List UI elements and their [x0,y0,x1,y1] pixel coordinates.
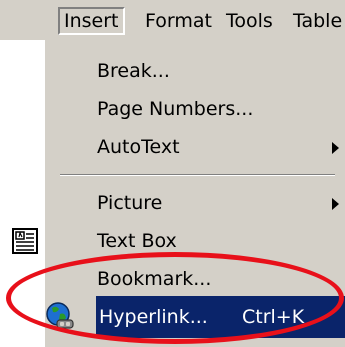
menu-item-picture[interactable]: Picture [44,184,345,222]
menu-item-picture-label: Picture [97,192,163,214]
menu-item-bookmark[interactable]: Bookmark... [44,260,345,298]
menu-item-bookmark-label: Bookmark... [97,268,212,290]
menu-table-label: Table [293,10,343,32]
menu-item-break[interactable]: Break... [44,52,345,90]
menu-item-hyperlink[interactable]: Hyperlink... Ctrl+K [96,296,345,338]
hyperlink-globe-icon [46,302,74,329]
menu-item-text-box[interactable]: Text Box [44,222,345,260]
submenu-arrow-icon [332,142,339,154]
menu-separator [60,174,335,176]
menu-item-page-numbers[interactable]: Page Numbers... [44,90,345,128]
menu-item-page-numbers-label: Page Numbers... [97,98,254,120]
menu-item-autotext-label: AutoText [97,136,180,158]
menu-table[interactable]: Table [289,7,345,35]
menu-insert-label: Insert [64,10,119,32]
left-gutter [0,40,44,347]
menu-tools[interactable]: Tools [222,7,277,35]
menu-item-autotext[interactable]: AutoText [44,128,345,166]
menu-bar: Insert Format Tools Table [0,0,345,40]
menu-tools-label: Tools [226,10,273,32]
menu-insert[interactable]: Insert [58,7,125,35]
menu-item-hyperlink-shortcut: Ctrl+K [242,306,305,328]
menu-format-label: Format [145,10,212,32]
menu-item-break-label: Break... [97,60,170,82]
menu-item-text-box-label: Text Box [97,230,177,252]
menu-format[interactable]: Format [141,7,216,35]
submenu-arrow-icon [332,198,339,210]
menu-item-hyperlink-label: Hyperlink... [99,306,208,328]
text-box-icon [12,228,38,254]
